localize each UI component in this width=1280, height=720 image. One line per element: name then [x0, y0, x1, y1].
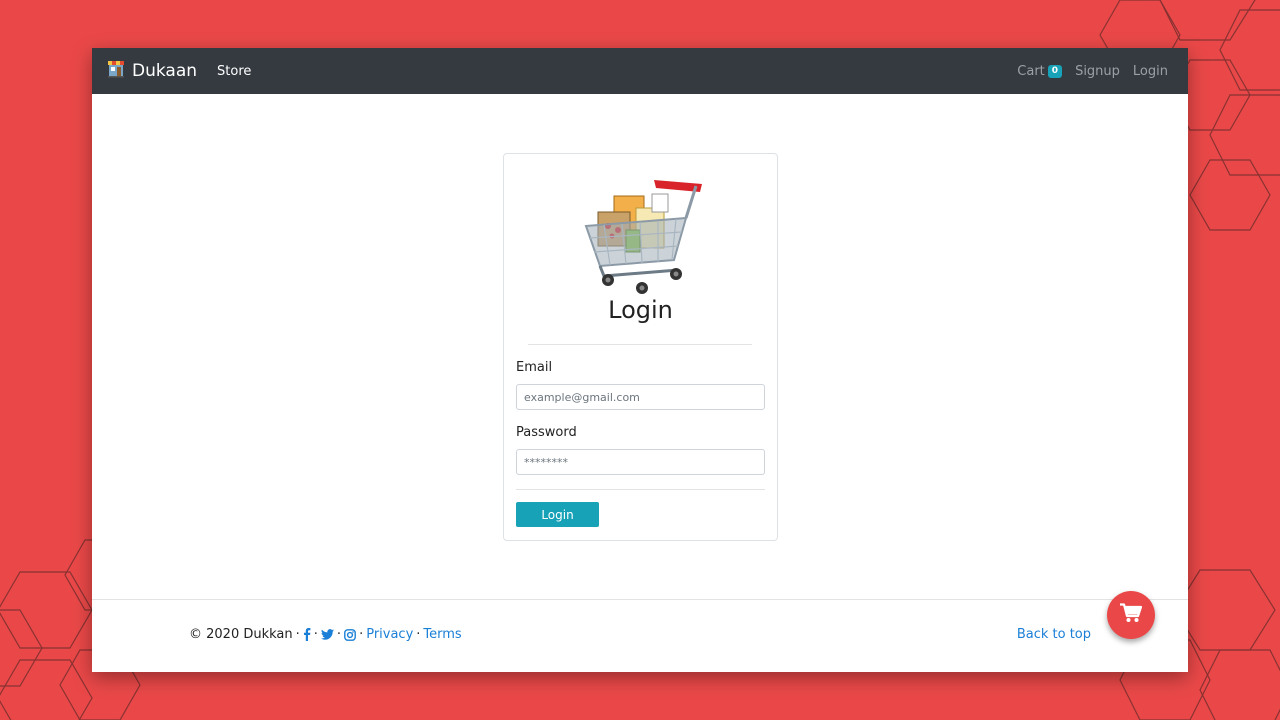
nav-cart-link[interactable]: Cart 0 — [1017, 63, 1063, 79]
login-submit-button[interactable]: Login — [516, 502, 599, 527]
cart-fab-button[interactable] — [1107, 591, 1155, 639]
twitter-icon[interactable] — [320, 629, 334, 640]
footer-divider — [92, 599, 1188, 600]
nav-login-link[interactable]: Login — [1133, 64, 1168, 79]
cart-label: Cart — [1017, 63, 1045, 79]
email-field[interactable] — [516, 384, 765, 410]
footer-separator: · — [336, 627, 342, 642]
cart-count-badge: 0 — [1047, 64, 1063, 78]
brand-link[interactable]: Dukaan — [106, 59, 197, 83]
title-divider — [528, 344, 752, 345]
instagram-icon[interactable] — [344, 628, 356, 641]
email-label: Email — [516, 360, 553, 375]
password-field[interactable] — [516, 449, 765, 475]
nav-signup-link[interactable]: Signup — [1075, 64, 1120, 79]
shopping-cart-image — [578, 170, 706, 299]
shop-icon — [106, 59, 126, 83]
navbar: Dukaan Store Cart 0 Signup Login — [92, 48, 1188, 94]
brand-name: Dukaan — [132, 61, 198, 81]
nav-right: Cart 0 Signup Login — [1017, 64, 1168, 79]
footer-separator: · — [359, 627, 364, 642]
footer-separator: · — [416, 627, 421, 642]
privacy-link[interactable]: Privacy — [366, 627, 413, 642]
back-to-top-link[interactable]: Back to top — [1017, 627, 1091, 642]
form-divider — [516, 489, 765, 490]
password-label: Password — [516, 425, 577, 440]
login-title: Login — [608, 296, 673, 324]
browser-window: Dukaan Store Cart 0 Signup Login Login E… — [92, 48, 1188, 672]
terms-link[interactable]: Terms — [423, 627, 461, 642]
footer-separator: · — [313, 627, 318, 642]
facebook-icon[interactable] — [303, 628, 311, 641]
cart-icon — [1120, 603, 1143, 627]
copyright-text: © 2020 Dukkan — [189, 627, 293, 642]
footer-left: © 2020 Dukkan · · · · Privacy · Terms — [189, 627, 462, 642]
nav-store-link[interactable]: Store — [217, 64, 251, 79]
footer-separator: · — [295, 627, 300, 642]
login-card: Login Email Password Login — [503, 153, 778, 541]
